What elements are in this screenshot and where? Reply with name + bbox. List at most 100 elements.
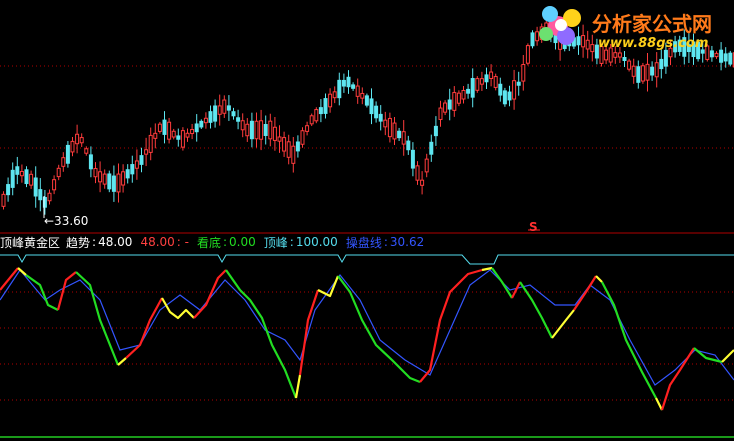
trend-line-segment bbox=[294, 374, 302, 399]
candlestick bbox=[249, 112, 254, 148]
candle-body bbox=[484, 74, 489, 83]
candle-body bbox=[341, 79, 346, 87]
candle-body bbox=[282, 137, 287, 152]
candlestick bbox=[627, 58, 632, 72]
candle-body bbox=[148, 134, 153, 153]
candle-body bbox=[277, 136, 282, 142]
candle-body bbox=[374, 105, 379, 119]
candlestick bbox=[272, 116, 277, 151]
candle-body bbox=[466, 88, 471, 94]
trend-line-segment bbox=[655, 397, 663, 411]
candlestick bbox=[636, 60, 641, 89]
candle-body bbox=[33, 177, 38, 197]
candle-body bbox=[659, 58, 664, 70]
candle-body bbox=[208, 111, 213, 123]
candlestick bbox=[507, 85, 512, 107]
candlestick bbox=[98, 161, 103, 193]
candlestick bbox=[47, 189, 52, 205]
candlestick bbox=[645, 53, 650, 92]
candlestick bbox=[84, 146, 89, 156]
candlestick bbox=[88, 146, 93, 178]
candle-body bbox=[139, 155, 144, 165]
legend-trend-value: 48.00 bbox=[98, 235, 133, 249]
candlestick bbox=[475, 76, 480, 93]
candle-body bbox=[213, 105, 218, 122]
candlestick bbox=[134, 149, 139, 180]
trend-line-segment bbox=[25, 274, 59, 311]
candle-body bbox=[286, 141, 291, 158]
candle-body bbox=[489, 71, 494, 79]
candle-body bbox=[88, 154, 93, 170]
candle-body bbox=[420, 179, 425, 186]
candle-body bbox=[627, 60, 632, 70]
candle-body bbox=[61, 157, 66, 167]
candle-body bbox=[387, 117, 392, 138]
candle-body bbox=[433, 125, 438, 137]
candlestick bbox=[631, 58, 636, 84]
candlestick bbox=[654, 52, 659, 88]
candlestick bbox=[512, 69, 517, 110]
candle-body bbox=[10, 169, 15, 188]
candle-body bbox=[231, 111, 236, 117]
candle-body bbox=[98, 171, 103, 183]
candle-body bbox=[415, 165, 420, 181]
candle-body bbox=[259, 120, 264, 140]
candlestick bbox=[226, 95, 231, 121]
candlestick bbox=[162, 111, 167, 144]
candlestick bbox=[461, 86, 466, 104]
legend-peak-name: 顶峰 bbox=[263, 235, 288, 250]
candle-body bbox=[502, 90, 507, 105]
candlestick bbox=[452, 86, 457, 117]
candle-body bbox=[167, 121, 172, 140]
chart-stage bbox=[0, 20, 734, 438]
candlestick bbox=[19, 164, 24, 183]
low-price-marker: ←33.60 bbox=[44, 214, 89, 228]
candle-body bbox=[116, 173, 121, 193]
candle-body bbox=[470, 78, 475, 98]
candlestick bbox=[236, 109, 241, 130]
candle-body bbox=[6, 184, 11, 196]
candle-body bbox=[84, 148, 89, 154]
trend-line-segment bbox=[721, 349, 734, 363]
candlestick bbox=[65, 141, 70, 168]
candle-body bbox=[328, 93, 333, 108]
candlestick bbox=[443, 100, 448, 116]
candle-body bbox=[516, 81, 521, 86]
candle-body bbox=[443, 102, 448, 113]
candle-body bbox=[507, 91, 512, 101]
candlestick bbox=[420, 171, 425, 195]
candle-body bbox=[56, 167, 61, 178]
candlestick bbox=[424, 153, 429, 178]
candlestick bbox=[203, 112, 208, 129]
candle-body bbox=[429, 141, 434, 155]
candlestick bbox=[295, 135, 300, 158]
trend-line-segment bbox=[601, 281, 657, 399]
candlestick bbox=[167, 117, 172, 144]
candlestick bbox=[282, 131, 287, 157]
trend-line-segment bbox=[511, 281, 521, 299]
candle-body bbox=[461, 89, 466, 100]
candle-body bbox=[300, 130, 305, 145]
candle-body bbox=[107, 173, 112, 190]
indicator-title: 顶峰黄金区 bbox=[0, 235, 61, 250]
candle-body bbox=[479, 78, 484, 85]
candlestick bbox=[516, 71, 521, 96]
candlestick bbox=[222, 95, 227, 118]
candle-body bbox=[622, 56, 627, 62]
candle-body bbox=[1, 193, 6, 207]
candle-body bbox=[24, 169, 29, 185]
candlestick bbox=[530, 30, 535, 49]
candlestick bbox=[291, 136, 296, 173]
logo-url: www.88gs.com bbox=[598, 36, 709, 51]
candlestick bbox=[397, 127, 402, 141]
candlestick bbox=[355, 78, 360, 104]
candlestick bbox=[438, 100, 443, 127]
candle-body bbox=[360, 92, 365, 99]
candlestick bbox=[79, 133, 84, 148]
candle-body bbox=[424, 158, 429, 173]
candlestick bbox=[429, 134, 434, 162]
candlestick bbox=[466, 83, 471, 99]
candlestick bbox=[254, 112, 259, 148]
candle-body bbox=[369, 98, 374, 115]
candlestick bbox=[332, 86, 337, 104]
